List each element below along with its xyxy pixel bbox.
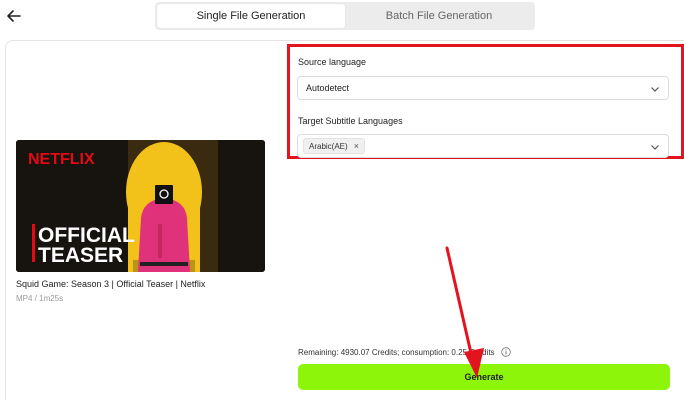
- netflix-logo: NETFLIX: [28, 151, 95, 168]
- thumbnail-line-teaser: TEASER: [38, 244, 123, 267]
- source-language-label: Source language: [298, 57, 367, 67]
- tab-single-file[interactable]: Single File Generation: [157, 4, 345, 28]
- info-icon[interactable]: [500, 347, 511, 357]
- source-language-value: Autodetect: [306, 83, 350, 93]
- video-title: Squid Game: Season 3 | Official Teaser |…: [16, 279, 206, 289]
- close-icon[interactable]: ×: [354, 141, 359, 151]
- video-thumbnail[interactable]: NETFLIX OFFICIAL TEASER: [16, 140, 265, 272]
- language-chip-label: Arabic(AE): [309, 141, 348, 151]
- target-languages-select[interactable]: Arabic(AE) ×: [297, 134, 669, 158]
- back-button[interactable]: [4, 7, 24, 25]
- credits-info: Remaining: 4930.07 Credits; consumption:…: [298, 347, 511, 357]
- video-meta: MP4 / 1m25s: [16, 294, 64, 303]
- chevron-down-icon: [651, 87, 659, 92]
- target-languages-label: Target Subtitle Languages: [298, 116, 403, 126]
- chevron-down-icon: [651, 145, 659, 150]
- arrow-left-icon: [7, 10, 21, 22]
- tab-batch-file[interactable]: Batch File Generation: [345, 4, 533, 28]
- language-chip: Arabic(AE) ×: [303, 138, 365, 154]
- generation-mode-tabs: Single File Generation Batch File Genera…: [155, 2, 535, 30]
- source-language-select[interactable]: Autodetect: [297, 76, 669, 100]
- credits-text: Remaining: 4930.07 Credits; consumption:…: [298, 347, 495, 357]
- generate-button[interactable]: Generate: [298, 364, 670, 390]
